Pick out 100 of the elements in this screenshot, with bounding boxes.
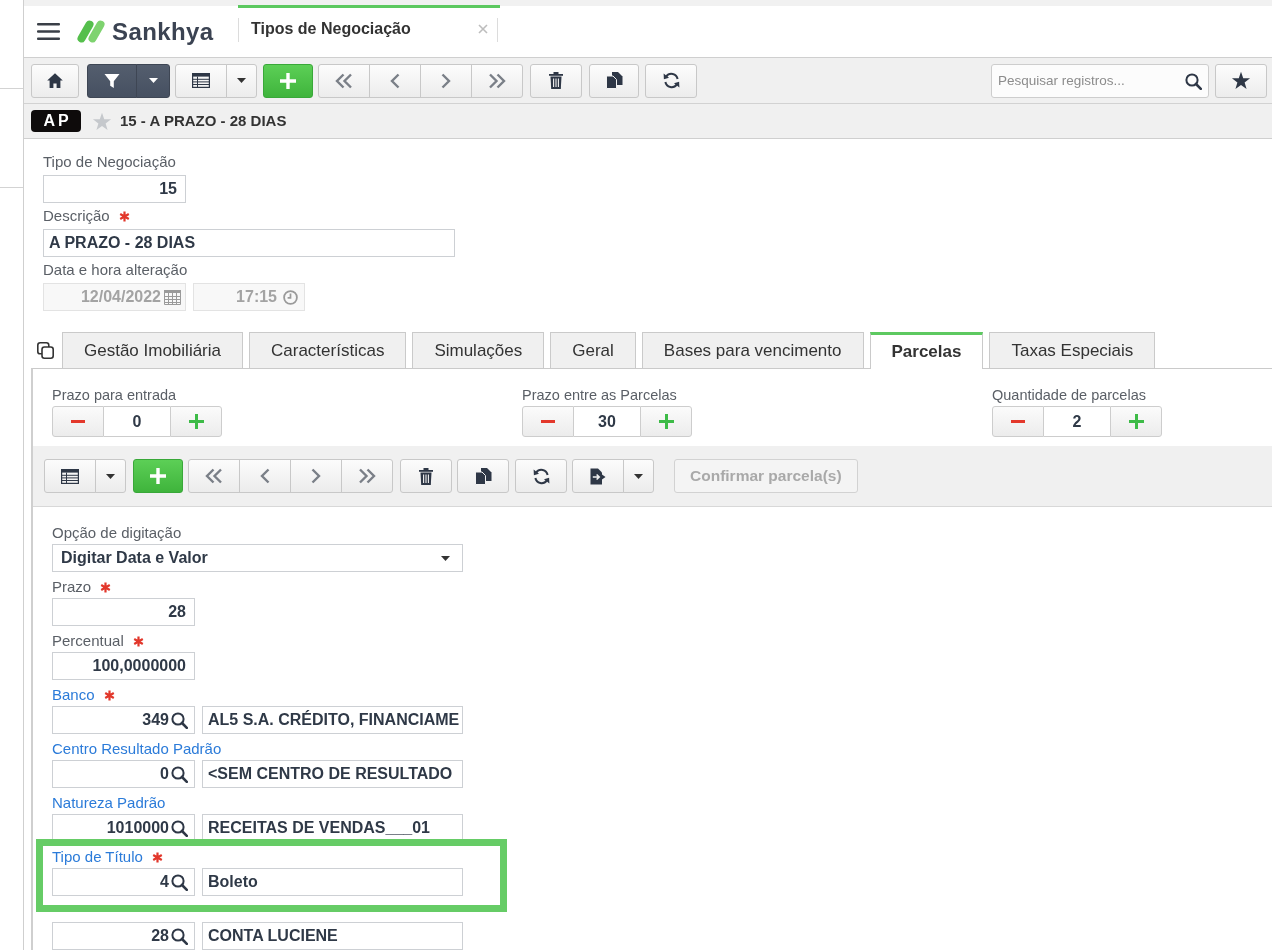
first-record-button[interactable] <box>188 459 240 493</box>
field-label: Prazo <box>52 577 92 597</box>
overlapping-squares-icon[interactable] <box>37 341 54 359</box>
description-field[interactable]: AL5 S.A. CRÉDITO, FINANCIAME <box>202 706 463 734</box>
description-field[interactable]: Boleto <box>202 868 463 896</box>
document-arrow-icon <box>590 467 606 485</box>
plus-icon <box>280 72 296 89</box>
code-field[interactable]: 349 <box>52 706 195 734</box>
first-record-button[interactable] <box>318 63 370 98</box>
field-label: Percentual <box>52 631 124 651</box>
duplicate-button[interactable] <box>589 63 639 98</box>
home-icon <box>47 73 63 88</box>
field-link-label[interactable]: Tipo de Título <box>52 847 143 867</box>
refresh-button[interactable] <box>645 63 697 98</box>
view-dropdown-button[interactable] <box>95 459 126 493</box>
refresh-icon <box>662 72 680 89</box>
minus-icon <box>541 420 555 423</box>
number-field[interactable]: 100,0000000 <box>52 652 195 680</box>
tab[interactable]: Bases para vencimento <box>641 332 864 368</box>
previous-record-button[interactable] <box>239 459 291 493</box>
code-field[interactable]: 28 <box>52 922 195 950</box>
stepper-value-field[interactable]: 0 <box>104 406 170 437</box>
tab[interactable]: Gestão Imobiliária <box>62 332 243 368</box>
export-dropdown-button[interactable] <box>623 459 654 493</box>
search-icon[interactable] <box>171 927 188 945</box>
record-title: 15 - A PRAZO - 28 DIAS <box>120 110 287 131</box>
menu-icon[interactable] <box>37 23 60 40</box>
filter-dropdown-button[interactable] <box>136 63 170 98</box>
code-field[interactable]: 1010000 <box>52 814 195 842</box>
delete-button[interactable] <box>400 459 452 493</box>
caret-icon <box>634 473 643 479</box>
next-record-button[interactable] <box>290 459 342 493</box>
grid-view-button[interactable] <box>44 459 96 493</box>
last-record-button[interactable] <box>471 63 523 98</box>
favorites-button[interactable] <box>1215 63 1267 98</box>
caret-icon <box>441 555 450 561</box>
increment-button[interactable] <box>1110 406 1162 437</box>
increment-button[interactable] <box>640 406 692 437</box>
tab[interactable]: Parcelas <box>869 332 984 369</box>
tab[interactable]: Características <box>249 332 407 368</box>
delete-button[interactable] <box>530 63 582 98</box>
filter-button[interactable] <box>87 63 137 98</box>
description-field[interactable]: <SEM CENTRO DE RESULTADO <box>202 760 463 788</box>
grid-view-button[interactable] <box>175 63 227 98</box>
search-icon[interactable] <box>171 765 188 783</box>
double-chevron-left-icon <box>205 468 223 484</box>
refresh-icon <box>532 467 550 485</box>
duplicate-button[interactable] <box>457 459 509 493</box>
number-field[interactable]: 15 <box>43 175 186 203</box>
table-icon <box>61 468 79 484</box>
field-link-label[interactable]: Centro Resultado Padrão <box>52 739 222 759</box>
double-chevron-right-icon <box>358 468 376 484</box>
view-dropdown-button[interactable] <box>226 63 257 98</box>
decrement-button[interactable] <box>52 406 104 437</box>
field-link-label[interactable]: Natureza Padrão <box>52 793 166 813</box>
home-button[interactable] <box>31 63 79 98</box>
search-icon[interactable] <box>171 711 188 729</box>
stepper-label: Prazo para entrada <box>52 386 177 405</box>
search-icon[interactable] <box>171 819 188 837</box>
chevron-right-icon <box>441 72 451 89</box>
stepper-label: Quantidade de parcelas <box>992 386 1146 405</box>
stepper-value-field[interactable]: 2 <box>1044 406 1110 437</box>
add-button[interactable] <box>133 459 183 493</box>
document-tab[interactable]: Tipos de Negociação <box>238 5 500 49</box>
field-link-label[interactable]: Banco <box>52 685 95 705</box>
trash-icon <box>419 467 433 485</box>
add-button[interactable] <box>263 63 313 98</box>
decrement-button[interactable] <box>522 406 574 437</box>
export-button[interactable] <box>572 459 624 493</box>
decrement-button[interactable] <box>992 406 1044 437</box>
plus-icon <box>1128 414 1144 429</box>
refresh-button[interactable] <box>515 459 567 493</box>
description-field[interactable]: CONTA LUCIENE <box>202 922 463 950</box>
app-name: Sankhya <box>112 16 214 47</box>
previous-record-button[interactable] <box>369 63 421 98</box>
text-field[interactable]: A PRAZO - 28 DIAS <box>43 229 455 257</box>
filter-icon <box>104 72 120 89</box>
description-field[interactable]: RECEITAS DE VENDAS___01 <box>202 814 463 842</box>
number-field[interactable]: 28 <box>52 598 195 626</box>
field-label: Tipo de Negociação <box>43 152 176 172</box>
plus-icon <box>188 414 204 429</box>
tab[interactable]: Simulações <box>412 332 545 368</box>
star-icon[interactable] <box>92 112 112 132</box>
record-badge: AP <box>31 110 81 132</box>
tab[interactable]: Taxas Especiais <box>989 332 1156 368</box>
increment-button[interactable] <box>170 406 222 437</box>
select-field[interactable]: Digitar Data e Valor <box>52 544 463 572</box>
field-label: Opção de digitação <box>52 523 182 543</box>
search-field[interactable]: Pesquisar registros... <box>991 63 1209 98</box>
stepper-value-field[interactable]: 30 <box>574 406 640 437</box>
code-field[interactable]: 0 <box>52 760 195 788</box>
last-record-button[interactable] <box>341 459 393 493</box>
next-record-button[interactable] <box>420 63 472 98</box>
star-icon[interactable] <box>1231 71 1251 90</box>
search-icon[interactable] <box>1185 72 1202 90</box>
code-field[interactable]: 4 <box>52 868 195 896</box>
documents-icon <box>605 72 623 89</box>
chevron-left-icon <box>260 468 270 484</box>
tab[interactable]: Geral <box>550 332 636 368</box>
search-icon[interactable] <box>171 873 188 891</box>
